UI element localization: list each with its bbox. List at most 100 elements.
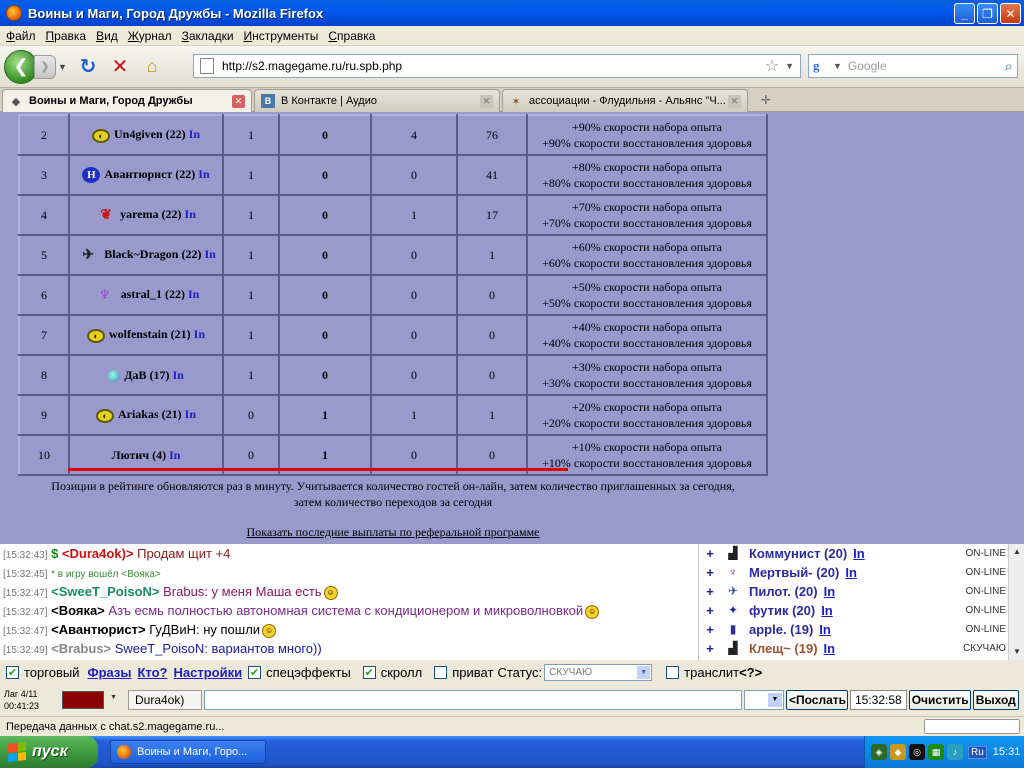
tab-close-icon[interactable]: ✕ <box>728 95 741 108</box>
clan-icon[interactable]: ✈ <box>721 584 745 600</box>
clan-icon[interactable]: ♆ <box>93 287 117 303</box>
menu-help[interactable]: Справка <box>328 29 375 43</box>
private-checkbox[interactable] <box>434 665 448 679</box>
menu-history[interactable]: Журнал <box>128 29 172 43</box>
history-dropdown-icon[interactable]: ▼ <box>58 62 70 72</box>
add-contact-icon[interactable]: + <box>699 546 721 561</box>
player-info-link[interactable]: In <box>194 327 205 341</box>
online-user-name[interactable]: футик (20) <box>749 603 815 618</box>
online-user-row[interactable]: + ▟ Коммунист (20) In ON-LINE <box>699 544 1024 563</box>
clan-icon[interactable]: ▮ <box>721 622 745 638</box>
online-list-scrollbar[interactable]: ▲ ▼ <box>1008 544 1024 660</box>
language-indicator[interactable]: Ru <box>968 745 987 759</box>
monitor-icon[interactable]: ▦ <box>928 744 944 760</box>
add-contact-icon[interactable]: + <box>699 622 721 637</box>
menu-bookmarks[interactable]: Закладки <box>182 29 234 43</box>
scroll-option[interactable]: ✔ скролл <box>362 665 422 680</box>
settings-link[interactable]: Настройки <box>173 665 242 680</box>
chevron-down-icon[interactable]: ▼ <box>637 665 651 679</box>
online-user-row[interactable]: + ♆ Мертвый- (20) In ON-LINE <box>699 563 1024 582</box>
scroll-up-icon[interactable]: ▲ <box>1009 544 1024 560</box>
send-button[interactable]: <Послать <box>786 690 848 710</box>
chat-message[interactable]: [15:32:43] $ <Dura4ok)> Продам щит +4 <box>0 544 698 563</box>
new-tab-icon[interactable]: ✛ <box>756 88 776 111</box>
message-color-select[interactable]: ▼ <box>62 691 117 709</box>
clan-icon[interactable]: ❦ <box>96 207 116 223</box>
status-select[interactable]: СКУЧАЮ ▼ <box>544 663 653 681</box>
recipient-select[interactable]: ▼ <box>744 690 784 710</box>
antivirus-icon[interactable]: ◆ <box>890 744 906 760</box>
translit-option[interactable]: транслит <?> <box>666 665 762 680</box>
message-nick[interactable]: <Авантюрист> <box>51 622 145 637</box>
chat-message[interactable]: [15:32:47] <SweeT_PoisoN> Brabus: у меня… <box>0 582 698 601</box>
online-user-name[interactable]: Клещ~ (19) <box>749 641 818 656</box>
trade-option[interactable]: ✔ торговый <box>6 665 79 680</box>
online-user-row[interactable]: + ✦ футик (20) In ON-LINE <box>699 601 1024 620</box>
message-nick[interactable]: <Dura4ok)> <box>62 546 134 561</box>
effects-checkbox[interactable]: ✔ <box>248 665 262 679</box>
add-contact-icon[interactable]: + <box>699 603 721 618</box>
search-placeholder[interactable]: Google <box>848 59 1005 73</box>
menu-edit[interactable]: Правка <box>46 29 87 43</box>
taskbar-firefox-window[interactable]: Воины и Маги, Горо... <box>110 740 266 764</box>
message-nick[interactable]: <Brabus> <box>51 641 111 656</box>
bookmark-star-icon[interactable]: ☆ <box>765 56 779 76</box>
google-icon[interactable]: g <box>813 58 831 74</box>
clan-icon[interactable]: ◐ <box>91 128 110 143</box>
show-payouts-link[interactable]: Показать последние выплаты по реферально… <box>18 525 768 540</box>
translit-help-link[interactable]: <?> <box>739 665 762 680</box>
user-info-link[interactable]: In <box>824 584 836 599</box>
back-button[interactable]: ❮ <box>4 49 38 84</box>
clan-icon[interactable]: ✈ <box>76 247 100 263</box>
message-nick[interactable]: <Вояка> <box>51 603 105 618</box>
home-icon[interactable]: ⌂ <box>138 53 166 81</box>
menu-view[interactable]: Вид <box>96 29 118 43</box>
player-info-link[interactable]: In <box>185 207 196 221</box>
minimize-button[interactable]: _ <box>954 3 975 24</box>
speaker-icon[interactable]: ♪ <box>947 744 963 760</box>
tab-magegame[interactable]: ◆ Воины и Маги, Город Дружбы ✕ <box>2 89 252 112</box>
tab-forum[interactable]: ✶ ассоциации - Флудильня - Альянс "Ч... … <box>502 89 748 112</box>
player-info-link[interactable]: In <box>188 287 199 301</box>
online-user-name[interactable]: Мертвый- (20) <box>749 565 839 580</box>
url-bar[interactable]: http://s2.magegame.ru/ru.spb.php ☆ ▼ <box>193 54 801 78</box>
menu-file[interactable]: Файл <box>6 29 36 43</box>
user-info-link[interactable]: In <box>819 622 831 637</box>
clan-icon[interactable]: H <box>82 167 101 184</box>
add-contact-icon[interactable]: + <box>699 565 721 580</box>
search-engine-dropdown-icon[interactable]: ▼ <box>833 61 842 71</box>
user-info-link[interactable]: In <box>853 546 865 561</box>
chat-message[interactable]: [15:32:47] <Авантюрист> ГуДВиН: ну пошли… <box>0 620 698 639</box>
effects-option[interactable]: ✔ спецэффекты <box>248 665 351 680</box>
clan-icon[interactable]: ▟ <box>721 641 745 657</box>
menu-tools[interactable]: Инструменты <box>244 29 319 43</box>
chat-message[interactable]: [15:32:45] * в игру вошёл <Вояка> <box>0 563 698 582</box>
network-icon[interactable]: ◈ <box>871 744 887 760</box>
clan-icon[interactable]: ✦ <box>721 603 745 619</box>
maximize-button[interactable]: ❐ <box>977 3 998 24</box>
online-user-name[interactable]: apple. (19) <box>749 622 813 637</box>
online-users-list[interactable]: + ▟ Коммунист (20) In ON-LINE + ♆ Мертвы… <box>698 544 1024 660</box>
clan-icon[interactable]: ♆ <box>721 565 745 581</box>
reload-icon[interactable]: ↻ <box>74 53 102 81</box>
own-nick-box[interactable]: Dura4ok) <box>128 690 202 710</box>
trade-checkbox[interactable]: ✔ <box>6 665 19 679</box>
chat-message[interactable]: [15:32:49] <Brabus> SweeT_PoisoN: вариан… <box>0 639 698 658</box>
user-info-link[interactable]: In <box>845 565 857 580</box>
message-nick[interactable]: <SweeT_PoisoN> <box>51 584 159 599</box>
player-info-link[interactable]: In <box>169 448 180 462</box>
chevron-down-icon[interactable]: ▼ <box>768 693 782 707</box>
chat-log[interactable]: [15:32:43] $ <Dura4ok)> Продам щит +4 [15… <box>0 544 698 660</box>
chevron-down-icon[interactable]: ▼ <box>110 694 117 701</box>
player-info-link[interactable]: In <box>189 127 200 141</box>
online-user-row[interactable]: + ✈ Пилот. (20) In ON-LINE <box>699 582 1024 601</box>
media-icon[interactable]: ◎ <box>909 744 925 760</box>
private-option[interactable]: приват <box>434 665 493 680</box>
online-user-name[interactable]: Коммунист (20) <box>749 546 847 561</box>
who-link[interactable]: Кто? <box>137 665 167 680</box>
url-dropdown-icon[interactable]: ▼ <box>785 61 794 71</box>
user-info-link[interactable]: In <box>821 603 833 618</box>
add-contact-icon[interactable]: + <box>699 584 721 599</box>
player-info-link[interactable]: In <box>204 247 215 261</box>
translit-checkbox[interactable] <box>666 665 680 679</box>
